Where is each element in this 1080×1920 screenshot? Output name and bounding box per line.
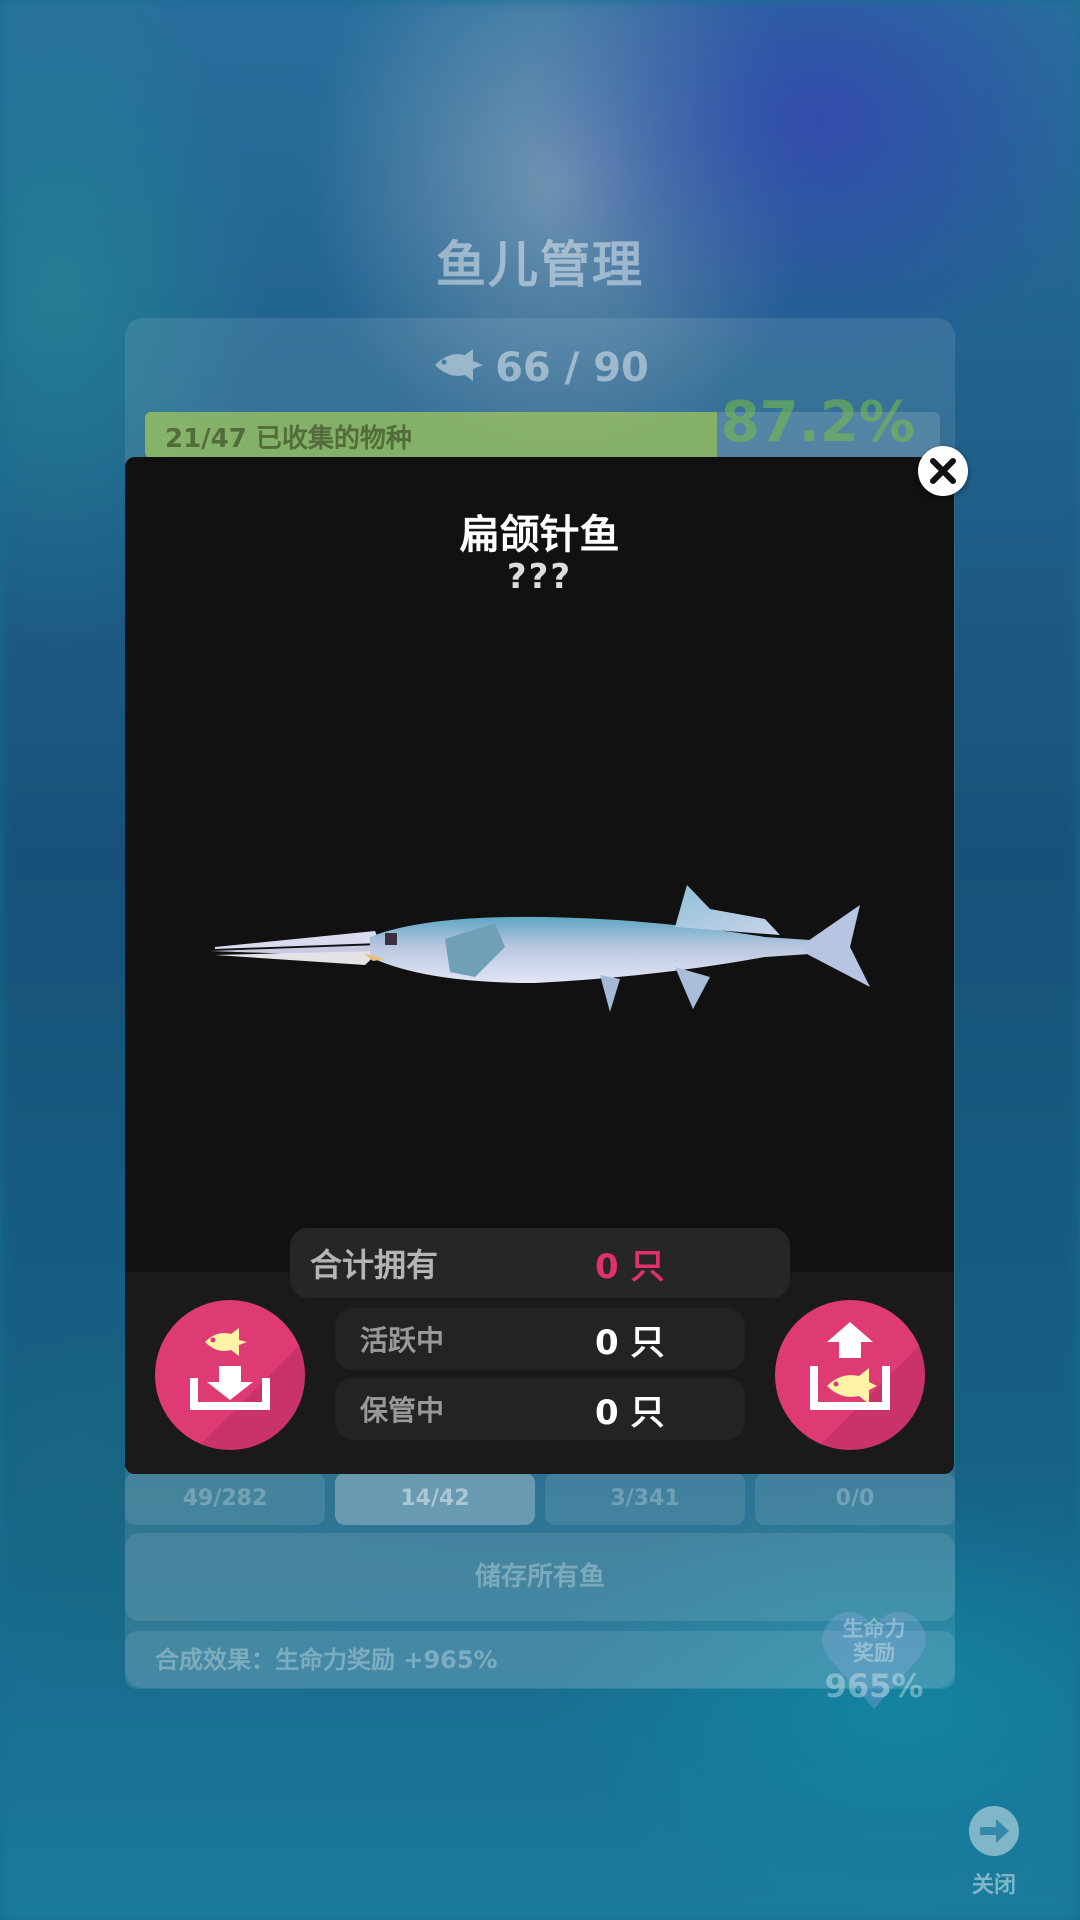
fish-model-image [205,827,885,1067]
tab-category-2[interactable]: 14/42 [335,1473,535,1525]
tab-category-4[interactable]: 0/0 [755,1473,955,1525]
exit-nav-button[interactable]: 关闭 [968,1805,1020,1899]
collection-percent: 87.2% [720,390,915,455]
fish-subtitle: ??? [506,557,573,597]
active-count-row: 活跃中 0 只 [335,1308,745,1370]
stored-count-value: 0 只 [595,1392,665,1433]
vitality-heart-badge: 生命力 奖励 965% [818,1605,930,1715]
release-fish-button[interactable] [775,1300,925,1450]
exit-nav-label: 关闭 [971,1873,1016,1898]
fish-count: 66 / 90 [0,345,1080,393]
release-fish-icon [810,1322,925,1450]
arrow-right-circle-icon [969,1806,1019,1856]
category-tabs: 49/282 14/42 3/341 0/0 [125,1473,955,1525]
heart-badge-label: 生命力 奖励 [842,1617,906,1665]
collection-progress-text: 21/47 已收集的物种 [165,424,412,454]
tab-category-1[interactable]: 49/282 [125,1473,325,1525]
total-owned-row: 合计拥有 0 只 [290,1228,790,1298]
tab-category-3[interactable]: 3/341 [545,1473,745,1525]
active-count-value: 0 只 [595,1322,665,1363]
fish-count-text: 66 / 90 [495,345,649,391]
fish-icon [431,347,485,393]
stored-count-row: 保管中 0 只 [335,1378,745,1440]
close-icon [930,458,956,484]
store-fish-button[interactable] [155,1300,305,1450]
active-count-label: 活跃中 [360,1324,445,1357]
total-owned-label: 合计拥有 [310,1246,439,1284]
heart-badge-value: 965% [824,1667,924,1705]
stored-count-label: 保管中 [360,1394,445,1427]
close-modal-button[interactable] [918,446,968,496]
store-fish-icon [190,1328,305,1450]
total-owned-value: 0 只 [595,1246,665,1287]
page-title: 鱼儿管理 [436,236,644,294]
fish-name: 扁颌针鱼 [459,512,620,558]
